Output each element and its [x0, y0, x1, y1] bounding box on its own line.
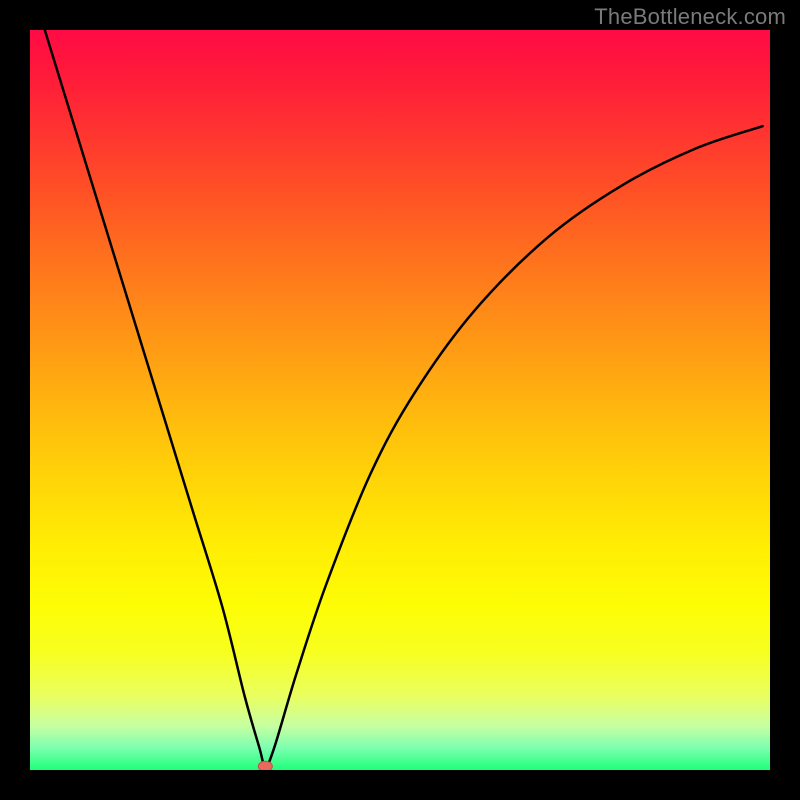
minimum-marker	[258, 761, 272, 770]
chart-frame: TheBottleneck.com	[0, 0, 800, 800]
plot-area	[30, 30, 770, 770]
bottleneck-curve	[30, 30, 770, 770]
curve-path	[45, 30, 763, 766]
watermark-text: TheBottleneck.com	[594, 4, 786, 30]
